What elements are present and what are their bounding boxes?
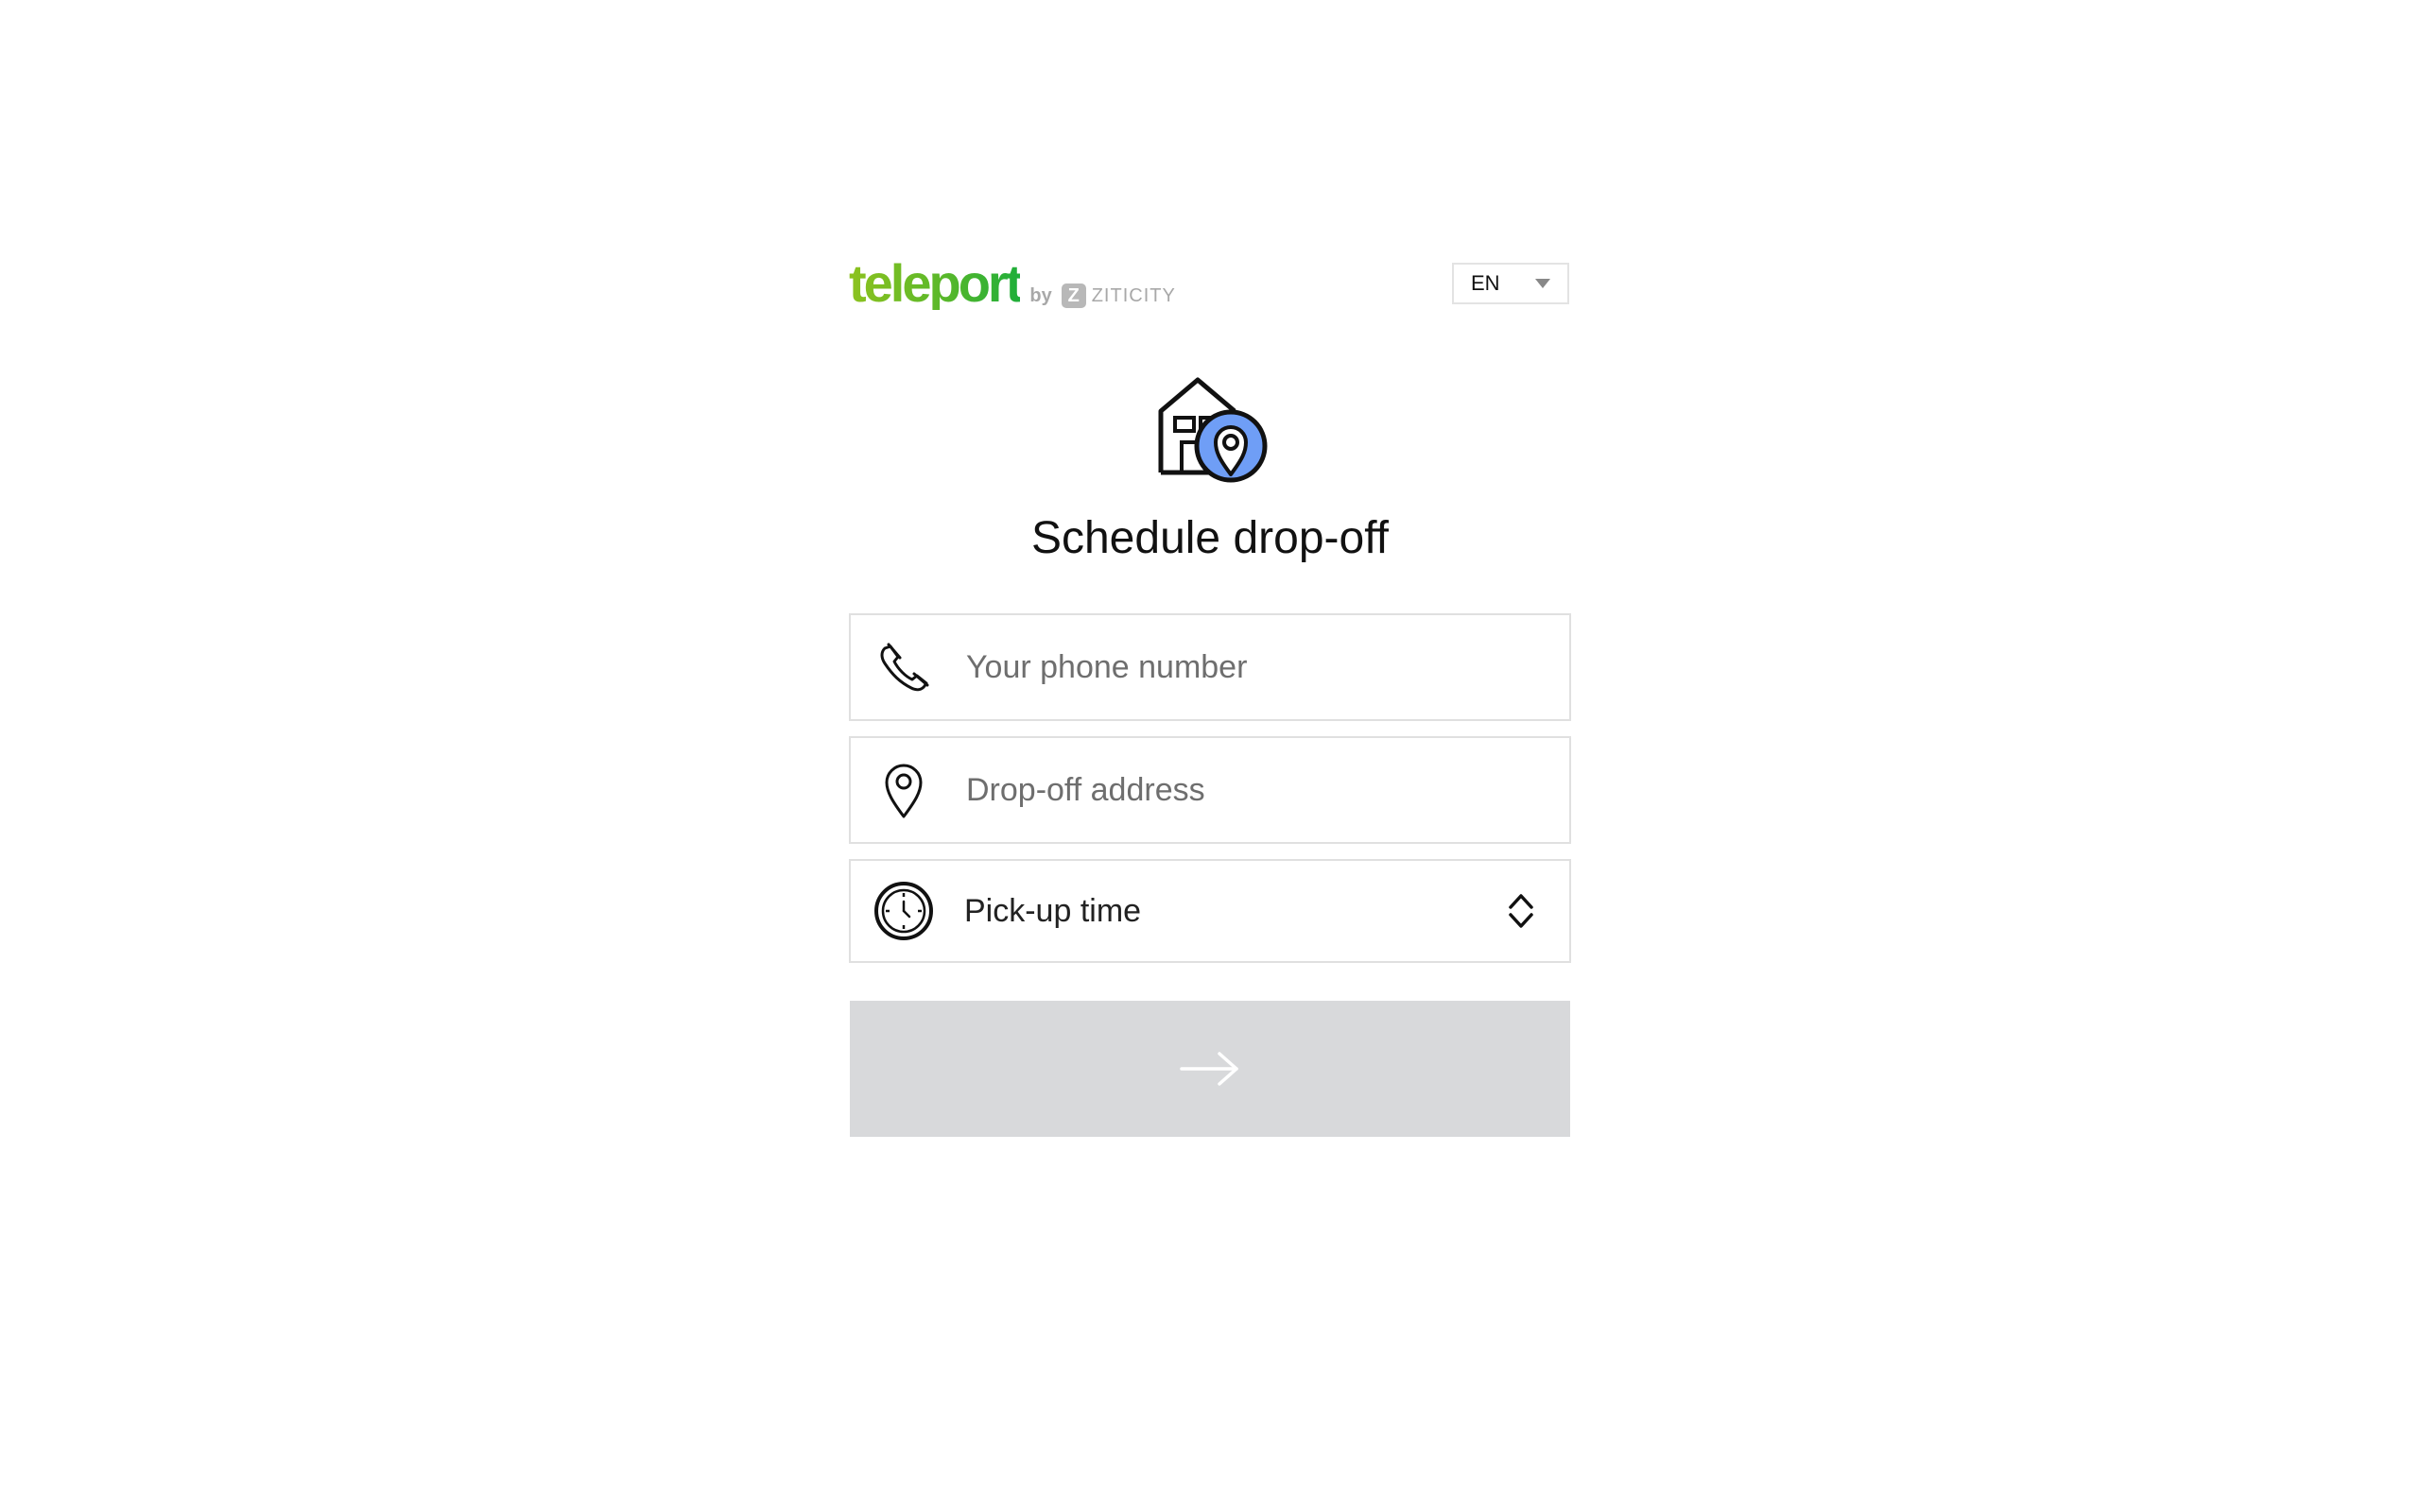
language-selected-value: EN xyxy=(1471,271,1500,295)
teleport-logo: teleport by Z ZITICITY xyxy=(849,257,1176,310)
logo-by-text: by xyxy=(1029,285,1052,306)
house-location-icon xyxy=(1158,377,1268,483)
logo-wordmark: teleport xyxy=(849,253,1023,313)
phone-icon xyxy=(880,643,929,692)
submit-button[interactable] xyxy=(850,1001,1570,1137)
arrow-right-icon xyxy=(1180,1052,1238,1086)
language-select[interactable]: EN xyxy=(1452,263,1569,304)
phone-field[interactable] xyxy=(849,613,1571,721)
form-fields: Pick-up time xyxy=(849,613,1571,963)
drop-off-form-container: teleport by Z ZITICITY EN Schedule drop-… xyxy=(849,255,1571,1137)
chevron-up-down-icon xyxy=(1509,894,1533,928)
pickup-time-select[interactable]: Pick-up time xyxy=(849,859,1571,963)
page-title: Schedule drop-off xyxy=(1030,513,1390,563)
ziticity-z-icon: Z xyxy=(1061,284,1086,308)
logo-brand-text: ZITICITY xyxy=(1091,285,1176,306)
address-input[interactable] xyxy=(964,770,1569,810)
phone-input[interactable] xyxy=(964,647,1569,687)
header: teleport by Z ZITICITY EN xyxy=(849,255,1571,312)
pickup-time-label: Pick-up time xyxy=(964,892,1142,929)
map-pin-icon xyxy=(885,764,923,818)
clock-icon xyxy=(874,882,933,940)
caret-down-icon xyxy=(1535,279,1550,288)
address-field[interactable] xyxy=(849,736,1571,844)
